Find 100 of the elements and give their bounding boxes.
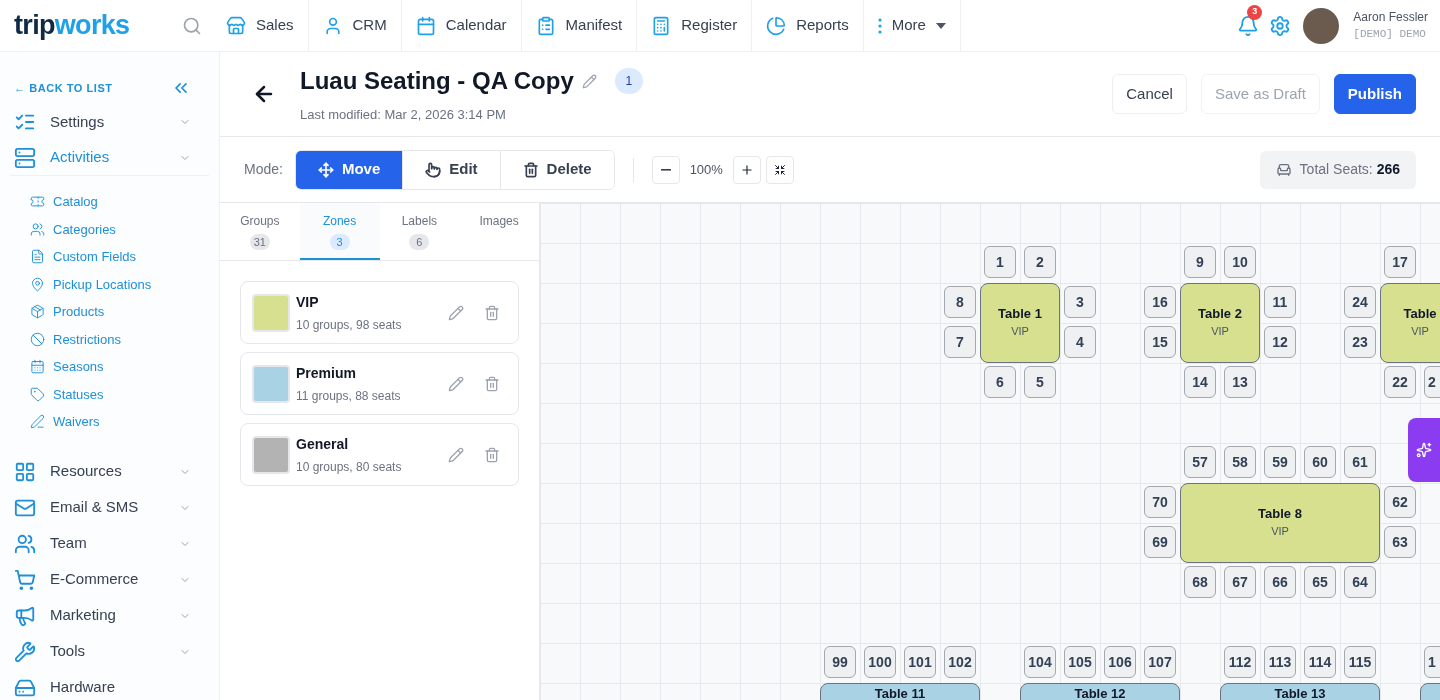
- seat[interactable]: 12: [1264, 326, 1296, 358]
- seat[interactable]: 1: [1424, 646, 1440, 678]
- nav-item[interactable]: Register: [637, 0, 753, 52]
- seat[interactable]: 22: [1384, 366, 1416, 398]
- sidebar-item[interactable]: E-Commerce: [10, 561, 209, 598]
- pencil-icon[interactable]: [448, 446, 464, 463]
- seat[interactable]: 102: [944, 646, 976, 678]
- mode-button[interactable]: Delete: [499, 150, 614, 189]
- zoom-out-button[interactable]: [651, 155, 680, 184]
- seat[interactable]: 4: [1064, 326, 1096, 358]
- mode-button[interactable]: Move: [295, 150, 403, 189]
- nav-item[interactable]: Manifest: [521, 0, 638, 52]
- seat[interactable]: 9: [1184, 246, 1216, 278]
- sidebar-item[interactable]: Resources: [10, 453, 209, 490]
- seat[interactable]: 62: [1384, 486, 1416, 518]
- nav-item[interactable]: Sales: [212, 0, 309, 52]
- seat[interactable]: 113: [1264, 646, 1296, 678]
- sidebar-subitem[interactable]: Custom Fields: [10, 243, 209, 271]
- pencil-icon[interactable]: [448, 304, 464, 321]
- seat[interactable]: 115: [1344, 646, 1376, 678]
- zone-card[interactable]: VIP 10 groups, 98 seats: [240, 281, 519, 344]
- seat[interactable]: 100: [864, 646, 896, 678]
- seat[interactable]: 105: [1064, 646, 1096, 678]
- seat[interactable]: 14: [1184, 366, 1216, 398]
- seat[interactable]: 7: [944, 326, 976, 358]
- panel-tab[interactable]: Labels 6: [379, 203, 460, 260]
- sidebar-subitem[interactable]: Categories: [10, 215, 209, 243]
- logo[interactable]: tripworks: [0, 12, 182, 39]
- sidebar-item[interactable]: Hardware: [10, 669, 209, 700]
- sidebar-item[interactable]: Team: [10, 525, 209, 562]
- seat[interactable]: 24: [1344, 286, 1376, 318]
- seat[interactable]: 106: [1104, 646, 1136, 678]
- trash-icon[interactable]: [484, 446, 500, 463]
- nav-item[interactable]: CRM: [308, 0, 402, 52]
- seat[interactable]: 59: [1264, 446, 1296, 478]
- bell-icon[interactable]: [1237, 14, 1260, 37]
- seat[interactable]: 70: [1144, 486, 1176, 518]
- nav-item[interactable]: Reports: [752, 0, 864, 52]
- sidebar-item[interactable]: Settings: [10, 104, 209, 140]
- seat[interactable]: 16: [1144, 286, 1176, 318]
- search-icon[interactable]: [182, 15, 202, 36]
- seat[interactable]: 13: [1224, 366, 1256, 398]
- avatar[interactable]: [1303, 7, 1340, 44]
- pencil-icon[interactable]: [448, 375, 464, 392]
- panel-tab[interactable]: Groups 31: [220, 203, 300, 260]
- seat[interactable]: 101: [904, 646, 936, 678]
- seat[interactable]: 64: [1344, 566, 1376, 598]
- table-shape[interactable]: Table 8 VIP: [1180, 483, 1380, 563]
- seat[interactable]: 65: [1304, 566, 1336, 598]
- seat[interactable]: 66: [1264, 566, 1296, 598]
- header-button[interactable]: Publish: [1333, 74, 1416, 114]
- sidebar-subitem[interactable]: Waivers: [10, 408, 209, 436]
- sidebar-subitem[interactable]: Statuses: [10, 380, 209, 408]
- seat[interactable]: 6: [984, 366, 1016, 398]
- header-button[interactable]: Cancel: [1112, 74, 1187, 114]
- settings-icon[interactable]: [1269, 14, 1292, 37]
- seat[interactable]: 2: [1424, 366, 1440, 398]
- panel-tab[interactable]: Images: [459, 203, 539, 260]
- fit-button[interactable]: [765, 155, 794, 184]
- table-shape[interactable]: Table 12: [1020, 683, 1180, 700]
- sidebar-subitem[interactable]: Catalog: [10, 188, 209, 216]
- trash-icon[interactable]: [484, 375, 500, 392]
- zone-card[interactable]: General 10 groups, 80 seats: [240, 423, 519, 486]
- seat[interactable]: 107: [1144, 646, 1176, 678]
- nav-item[interactable]: More: [863, 0, 961, 52]
- seat[interactable]: 69: [1144, 526, 1176, 558]
- seat[interactable]: 15: [1144, 326, 1176, 358]
- seat[interactable]: 10: [1224, 246, 1256, 278]
- seat[interactable]: 104: [1024, 646, 1056, 678]
- pencil-icon[interactable]: [581, 73, 597, 89]
- seat[interactable]: 23: [1344, 326, 1376, 358]
- seat[interactable]: 5: [1024, 366, 1056, 398]
- sidebar-subitem[interactable]: Products: [10, 298, 209, 326]
- ai-assistant-button[interactable]: [1408, 418, 1440, 482]
- sidebar-subitem[interactable]: Restrictions: [10, 325, 209, 353]
- seat[interactable]: 68: [1184, 566, 1216, 598]
- seat[interactable]: 60: [1304, 446, 1336, 478]
- zone-card[interactable]: Premium 11 groups, 88 seats: [240, 352, 519, 415]
- trash-icon[interactable]: [484, 304, 500, 321]
- seat[interactable]: 67: [1224, 566, 1256, 598]
- seat[interactable]: 112: [1224, 646, 1256, 678]
- table-shape[interactable]: Table 11: [820, 683, 980, 700]
- sidebar-subitem[interactable]: Seasons: [10, 353, 209, 381]
- seat[interactable]: 57: [1184, 446, 1216, 478]
- seat[interactable]: 58: [1224, 446, 1256, 478]
- seat[interactable]: 1: [984, 246, 1016, 278]
- sidebar-item[interactable]: Email & SMS: [10, 489, 209, 526]
- seat[interactable]: 17: [1384, 246, 1416, 278]
- table-shape[interactable]: Table VIP: [1380, 283, 1440, 363]
- sidebar-subitem[interactable]: Pickup Locations: [10, 270, 209, 298]
- table-shape[interactable]: Table 1 VIP: [980, 283, 1060, 363]
- seat[interactable]: 63: [1384, 526, 1416, 558]
- seat[interactable]: 3: [1064, 286, 1096, 318]
- seat[interactable]: 2: [1024, 246, 1056, 278]
- seat[interactable]: 11: [1264, 286, 1296, 318]
- seat[interactable]: 61: [1344, 446, 1376, 478]
- seat[interactable]: 8: [944, 286, 976, 318]
- sidebar-item[interactable]: Marketing: [10, 597, 209, 634]
- sidebar-item[interactable]: Tools: [10, 633, 209, 670]
- nav-item[interactable]: Calendar: [401, 0, 522, 52]
